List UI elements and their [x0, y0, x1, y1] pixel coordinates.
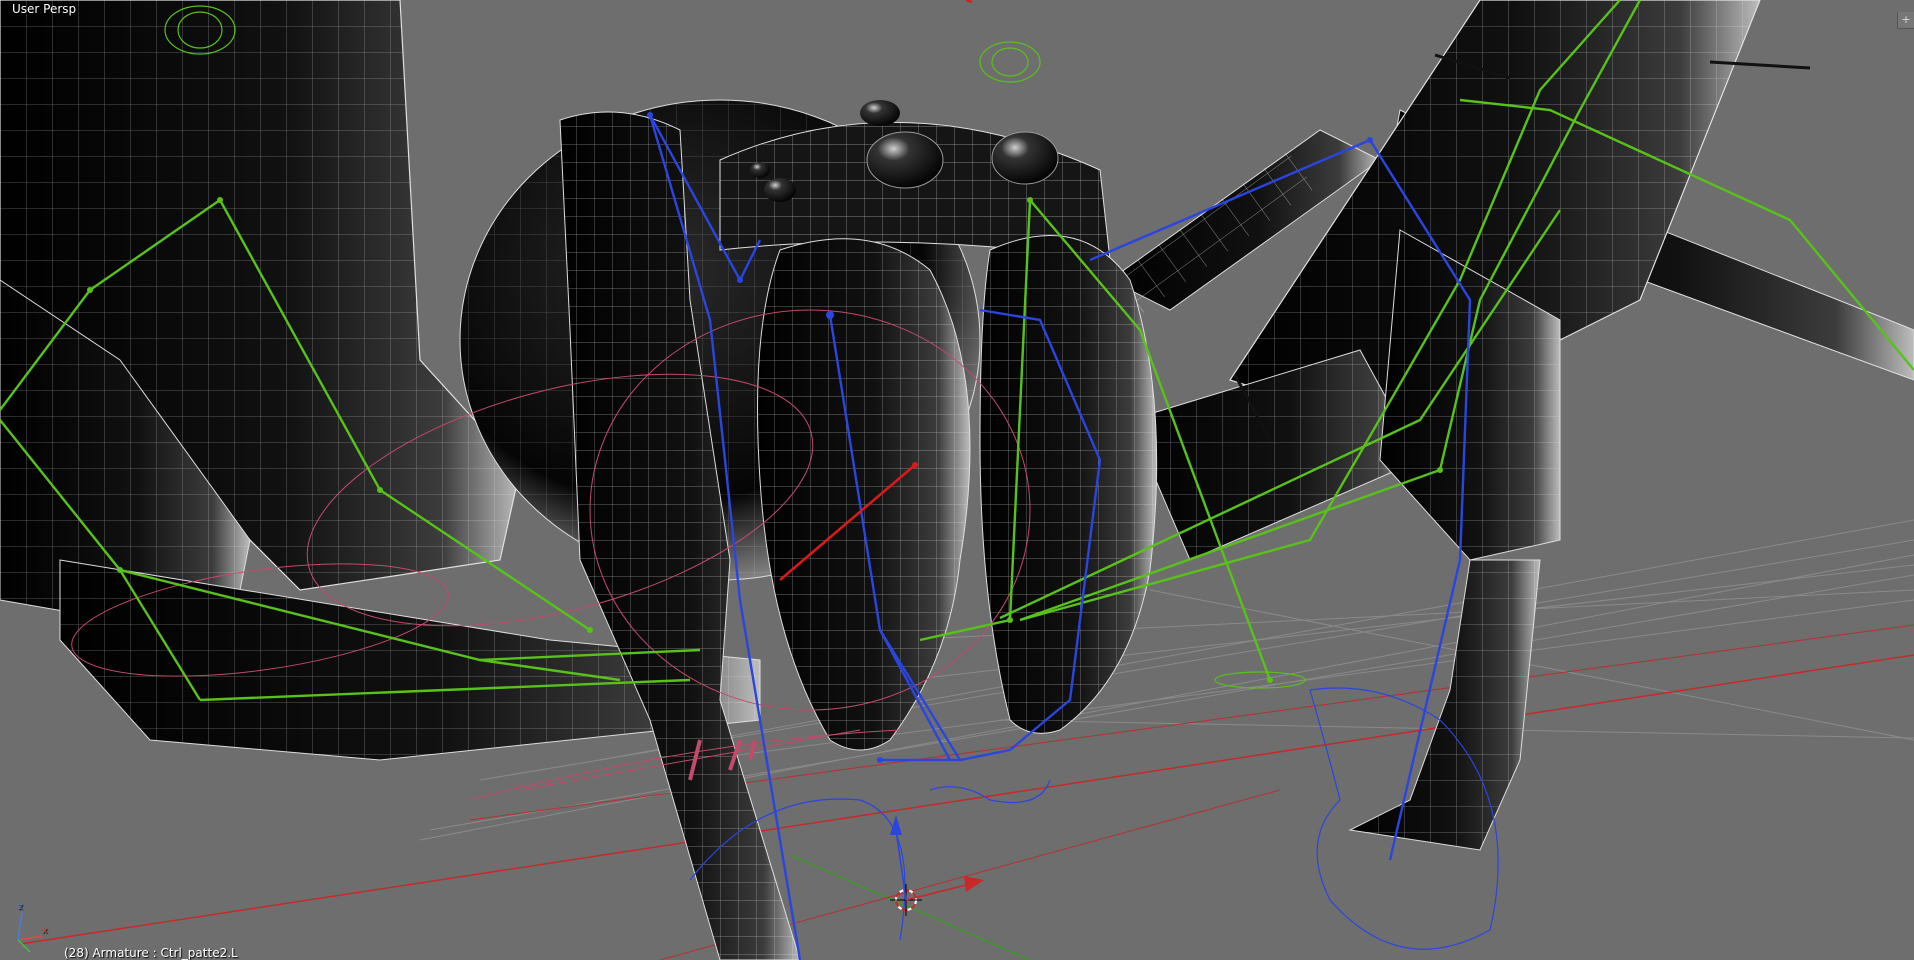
active-object-status: (28) Armature : Ctrl_patte2.L: [64, 946, 238, 960]
eye-small-3: [750, 162, 770, 178]
gizmo-x-label: x: [42, 926, 48, 936]
gizmo-z-label: z: [18, 902, 23, 912]
eye-small-1: [764, 178, 796, 202]
view-name-label: User Persp: [12, 2, 77, 16]
plus-icon[interactable]: +: [1897, 12, 1914, 29]
eye-right-large: [991, 131, 1059, 185]
3d-viewport[interactable]: User Persp (28) Armature : Ctrl_patte2.L…: [0, 0, 1914, 960]
viewport-scene[interactable]: [0, 0, 1914, 960]
eye-small-2: [860, 100, 900, 126]
eye-left-large: [866, 131, 944, 189]
